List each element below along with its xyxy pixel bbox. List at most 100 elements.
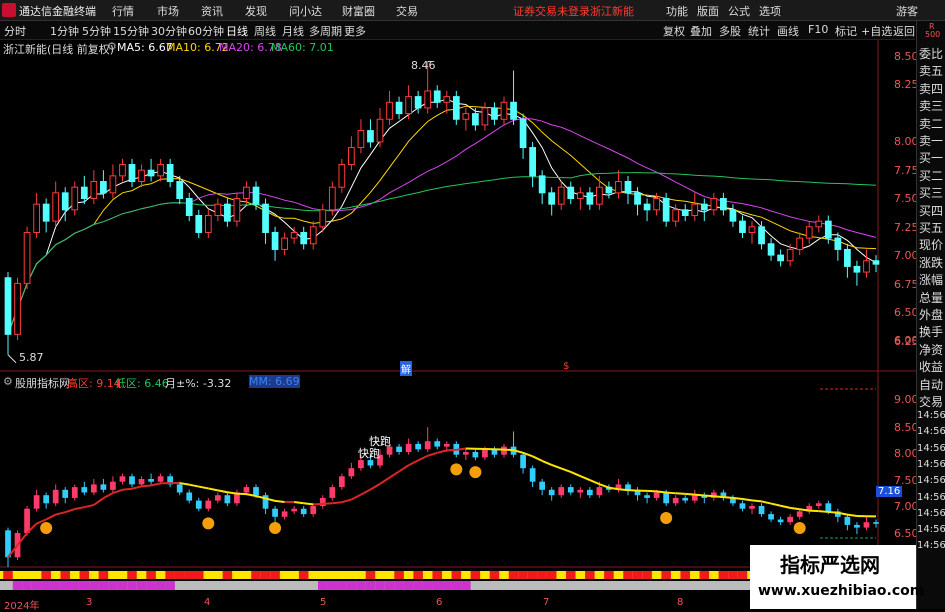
panel-item[interactable]: 买五 xyxy=(919,220,943,237)
candle xyxy=(778,255,784,261)
panel-item[interactable]: 涨幅 xyxy=(919,272,943,289)
sub-bar xyxy=(310,506,316,514)
sub-bar xyxy=(291,509,297,512)
panel-item[interactable]: 14:56 xyxy=(917,407,945,424)
panel-item[interactable]: 委比 xyxy=(919,46,943,63)
panel-item[interactable]: 总量 xyxy=(919,290,943,307)
panel-item[interactable]: 收益 xyxy=(919,359,943,376)
panel-item[interactable]: 卖四 xyxy=(919,81,943,98)
sub-bar xyxy=(768,514,774,519)
status-seg-red xyxy=(547,571,557,579)
candle xyxy=(577,193,583,199)
sub-bar xyxy=(282,511,288,516)
panel-item[interactable]: 买四 xyxy=(919,203,943,220)
signal-line xyxy=(132,486,142,488)
signal-line xyxy=(390,471,400,477)
sub-y-tick: 7.00 xyxy=(894,500,919,513)
candle xyxy=(616,182,622,193)
status-seg-red xyxy=(366,571,376,579)
candle xyxy=(101,182,107,193)
status-seg-red xyxy=(518,571,528,579)
panel-item[interactable]: 14:56 xyxy=(917,489,945,506)
candle xyxy=(377,119,383,142)
candle xyxy=(549,193,555,204)
sub-bar xyxy=(797,511,803,516)
candle xyxy=(5,278,11,335)
panel-item[interactable]: 自动 xyxy=(919,377,943,394)
sub-bar xyxy=(654,493,660,498)
status-seg-magenta xyxy=(108,581,118,590)
panel-item[interactable]: 净资 xyxy=(919,342,943,359)
candle xyxy=(473,114,479,125)
sub-y-tick: 8.50 xyxy=(894,421,919,434)
status-seg-red xyxy=(537,571,547,579)
dividend-marker[interactable]: $ xyxy=(563,361,569,372)
panel-item[interactable]: 14:56 xyxy=(917,423,945,440)
ma60-line xyxy=(8,173,876,335)
sub-bar xyxy=(43,495,49,503)
status-seg-magenta xyxy=(423,581,433,590)
candle xyxy=(682,210,688,216)
status-seg-red xyxy=(175,571,185,579)
candle xyxy=(434,91,440,102)
status-seg-magenta xyxy=(70,581,80,590)
sub-bar xyxy=(530,468,536,482)
sub-bar xyxy=(549,490,555,495)
panel-item[interactable]: 卖五 xyxy=(919,63,943,80)
panel-item[interactable]: 买一 xyxy=(919,150,943,167)
panel-item[interactable]: 卖二 xyxy=(919,116,943,133)
sub-bar xyxy=(415,444,421,449)
sub-bar xyxy=(158,476,164,481)
signal-line xyxy=(380,478,390,484)
stock-chart[interactable] xyxy=(0,0,916,609)
signal-line xyxy=(676,493,686,494)
sub-bar xyxy=(34,495,40,509)
signal-line xyxy=(275,501,285,502)
candle xyxy=(387,102,393,119)
sub-bar xyxy=(482,449,488,457)
candle xyxy=(711,199,717,210)
candle xyxy=(244,187,250,198)
candle xyxy=(597,187,603,204)
status-seg-magenta xyxy=(337,581,347,590)
status-seg-red xyxy=(604,571,614,579)
candle xyxy=(72,187,78,210)
status-seg-red xyxy=(728,571,738,579)
candle xyxy=(320,210,326,227)
candle xyxy=(864,261,870,272)
panel-item[interactable]: 外盘 xyxy=(919,307,943,324)
candle xyxy=(740,221,746,232)
sub-y-tick: 7.50 xyxy=(894,474,919,487)
panel-item[interactable]: 14:56 xyxy=(917,440,945,457)
quote-side-panel: R 500 委比卖五卖四卖三卖二卖一买一买二买三买四买五现价涨跌涨幅总量外盘换手… xyxy=(916,21,945,609)
unlock-marker[interactable]: 解 xyxy=(400,361,412,376)
panel-item[interactable]: 卖三 xyxy=(919,98,943,115)
panel-item[interactable]: 14:56 xyxy=(917,537,945,554)
panel-item[interactable]: 买二 xyxy=(919,168,943,185)
status-seg-magenta xyxy=(394,581,404,590)
panel-item[interactable]: 14:56 xyxy=(917,521,945,538)
candle xyxy=(558,187,564,204)
panel-item[interactable]: 换手 xyxy=(919,324,943,341)
candle xyxy=(34,204,40,232)
signal-line xyxy=(332,502,342,503)
panel-item[interactable]: 卖一 xyxy=(919,133,943,150)
signal-line xyxy=(447,450,457,451)
status-seg-magenta xyxy=(432,581,442,590)
panel-item[interactable]: 买三 xyxy=(919,185,943,202)
signal-line xyxy=(580,476,590,480)
sub-bar xyxy=(62,490,68,498)
sub-bar xyxy=(663,493,669,504)
panel-item[interactable]: 14:56 xyxy=(917,505,945,522)
status-seg-magenta xyxy=(80,581,90,590)
panel-item[interactable]: 14:56 xyxy=(917,456,945,473)
sub-bar xyxy=(854,525,860,528)
candle xyxy=(62,193,68,210)
panel-item[interactable]: 涨跌 xyxy=(919,255,943,272)
candle xyxy=(91,182,97,199)
signal-line xyxy=(809,511,819,512)
signal-line xyxy=(847,515,857,516)
panel-item[interactable]: 14:56 xyxy=(917,472,945,489)
panel-item[interactable]: 现价 xyxy=(919,237,943,254)
signal-line xyxy=(781,506,791,508)
